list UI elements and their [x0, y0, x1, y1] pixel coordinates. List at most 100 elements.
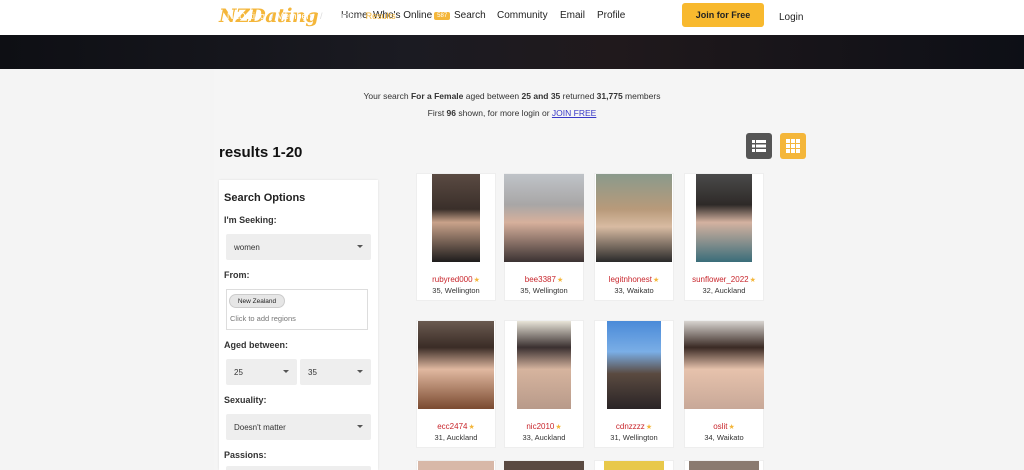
star-icon: ★	[652, 277, 660, 284]
profile-card[interactable]: rubyred000★ 35, Wellington	[416, 173, 496, 301]
profile-photo[interactable]	[418, 461, 494, 470]
online-count-badge: 587	[434, 12, 451, 20]
profile-username[interactable]: ecc2474★	[417, 422, 495, 431]
age-max-select[interactable]: 35	[300, 359, 371, 385]
breadcrumb-results: Results	[365, 11, 396, 21]
list-view-icon	[752, 140, 766, 152]
seeking-select[interactable]: women	[226, 234, 371, 260]
profile-location: 35, Wellington	[520, 286, 568, 295]
star-icon: ★	[645, 424, 653, 431]
profile-username[interactable]: sunflower_2022★	[685, 275, 763, 284]
username-text: nic2010	[526, 422, 555, 431]
sexuality-value: Doesn't matter	[234, 422, 286, 432]
profile-username[interactable]: rubyred000★	[417, 275, 495, 284]
profile-photo[interactable]	[689, 461, 759, 470]
login-link[interactable]: Login	[779, 12, 803, 23]
summary-text: First	[427, 108, 447, 118]
grid-view-icon	[786, 139, 800, 153]
summary-text: members	[622, 91, 661, 101]
results-heading: results 1-20	[219, 144, 303, 161]
profile-card[interactable]: cdnzzzz★ 31, Wellington	[594, 320, 674, 448]
chevron-down-icon	[357, 370, 363, 373]
sexuality-select[interactable]: Doesn't matter	[226, 414, 371, 440]
profile-location: 33, Waikato	[614, 286, 654, 295]
profile-card[interactable]: legitnhonest★ 33, Waikato	[594, 173, 674, 301]
star-icon: ★	[556, 277, 564, 284]
profile-card[interactable]: oslit★ 34, Waikato	[684, 320, 764, 448]
profile-card[interactable]	[594, 460, 674, 470]
profile-username[interactable]: nic2010★	[505, 422, 583, 431]
username-text: oslit	[713, 422, 728, 431]
passions-select[interactable]	[226, 466, 371, 470]
age-min-value: 25	[234, 367, 243, 377]
profile-username[interactable]: legitnhonest★	[595, 275, 673, 284]
breadcrumb-separator: /	[271, 11, 274, 21]
profile-photo[interactable]	[596, 174, 672, 262]
region-chip[interactable]: New Zealand	[229, 294, 285, 308]
join-free-button[interactable]: Join for Free	[682, 3, 764, 27]
star-icon: ★	[555, 424, 562, 431]
star-icon: ★	[468, 424, 475, 431]
profile-location: 34, Waikato	[704, 433, 744, 442]
breadcrumb-members[interactable]: Members	[277, 11, 315, 21]
sexuality-label: Sexuality:	[224, 395, 267, 405]
search-summary-line2: First 96 shown, for more login or JOIN F…	[0, 108, 1024, 118]
username-text: bee3387	[524, 275, 556, 284]
profile-card[interactable]	[684, 460, 764, 470]
profile-photo[interactable]	[418, 321, 494, 409]
nav-email[interactable]: Email	[560, 10, 585, 21]
profile-card[interactable]	[416, 460, 496, 470]
summary-text: returned	[560, 91, 597, 101]
nav-search[interactable]: Search	[454, 10, 486, 21]
summary-count: 31,775	[596, 91, 623, 101]
search-options-title: Search Options	[224, 192, 306, 204]
profile-location: 35, Wellington	[432, 286, 480, 295]
summary-text: Your search	[363, 91, 411, 101]
search-summary: Your search For a Female aged between 25…	[0, 91, 1024, 101]
seeking-value: women	[234, 242, 260, 252]
chevron-down-icon	[357, 425, 363, 428]
profile-username[interactable]: bee3387★	[505, 275, 583, 284]
profile-photo[interactable]	[504, 461, 584, 470]
summary-age-range: 25 and 35	[521, 91, 561, 101]
profile-username[interactable]: cdnzzzz★	[595, 422, 673, 431]
profile-photo[interactable]	[504, 174, 584, 262]
profile-photo[interactable]	[604, 461, 664, 470]
profile-location: 33, Auckland	[522, 433, 566, 442]
breadcrumb-separator: /	[320, 11, 323, 21]
profile-photo[interactable]	[696, 174, 752, 262]
summary-shown-count: 96	[446, 108, 457, 118]
breadcrumb: NZDating / Members / Search / Results	[227, 11, 396, 21]
profile-card[interactable]	[504, 460, 584, 470]
breadcrumb-search[interactable]: Search	[326, 11, 355, 21]
nav-community[interactable]: Community	[497, 10, 548, 21]
age-min-select[interactable]: 25	[226, 359, 297, 385]
profile-card[interactable]: bee3387★ 35, Wellington	[504, 173, 584, 301]
summary-text: shown, for more login or	[456, 108, 552, 118]
profile-card[interactable]: nic2010★ 33, Auckland	[504, 320, 584, 448]
profile-photo[interactable]	[607, 321, 661, 409]
username-text: cdnzzzz	[615, 422, 645, 431]
summary-text: aged between	[463, 91, 522, 101]
profile-location: 31, Auckland	[434, 433, 478, 442]
star-icon: ★	[473, 277, 480, 284]
age-max-value: 35	[308, 367, 317, 377]
profile-photo[interactable]	[517, 321, 571, 409]
profile-card[interactable]: sunflower_2022★ 32, Auckland	[684, 173, 764, 301]
username-text: sunflower_2022	[692, 275, 749, 284]
profile-photo[interactable]	[432, 174, 480, 262]
join-free-link[interactable]: JOIN FREE	[552, 108, 596, 118]
profile-username[interactable]: oslit★	[685, 422, 763, 431]
breadcrumb-nzdating[interactable]: NZDating	[227, 11, 265, 21]
profile-location: 31, Wellington	[610, 433, 658, 442]
profile-location: 32, Auckland	[702, 286, 746, 295]
username-text: ecc2474	[437, 422, 468, 431]
profile-card[interactable]: ecc2474★ 31, Auckland	[416, 320, 496, 448]
region-placeholder: Click to add regions	[230, 314, 296, 323]
nav-profile[interactable]: Profile	[597, 10, 625, 21]
list-view-button[interactable]	[746, 133, 772, 159]
profile-photo[interactable]	[684, 321, 764, 409]
breadcrumb-separator: /	[360, 11, 363, 21]
grid-view-button[interactable]	[780, 133, 806, 159]
summary-criteria: For a Female	[410, 91, 464, 101]
